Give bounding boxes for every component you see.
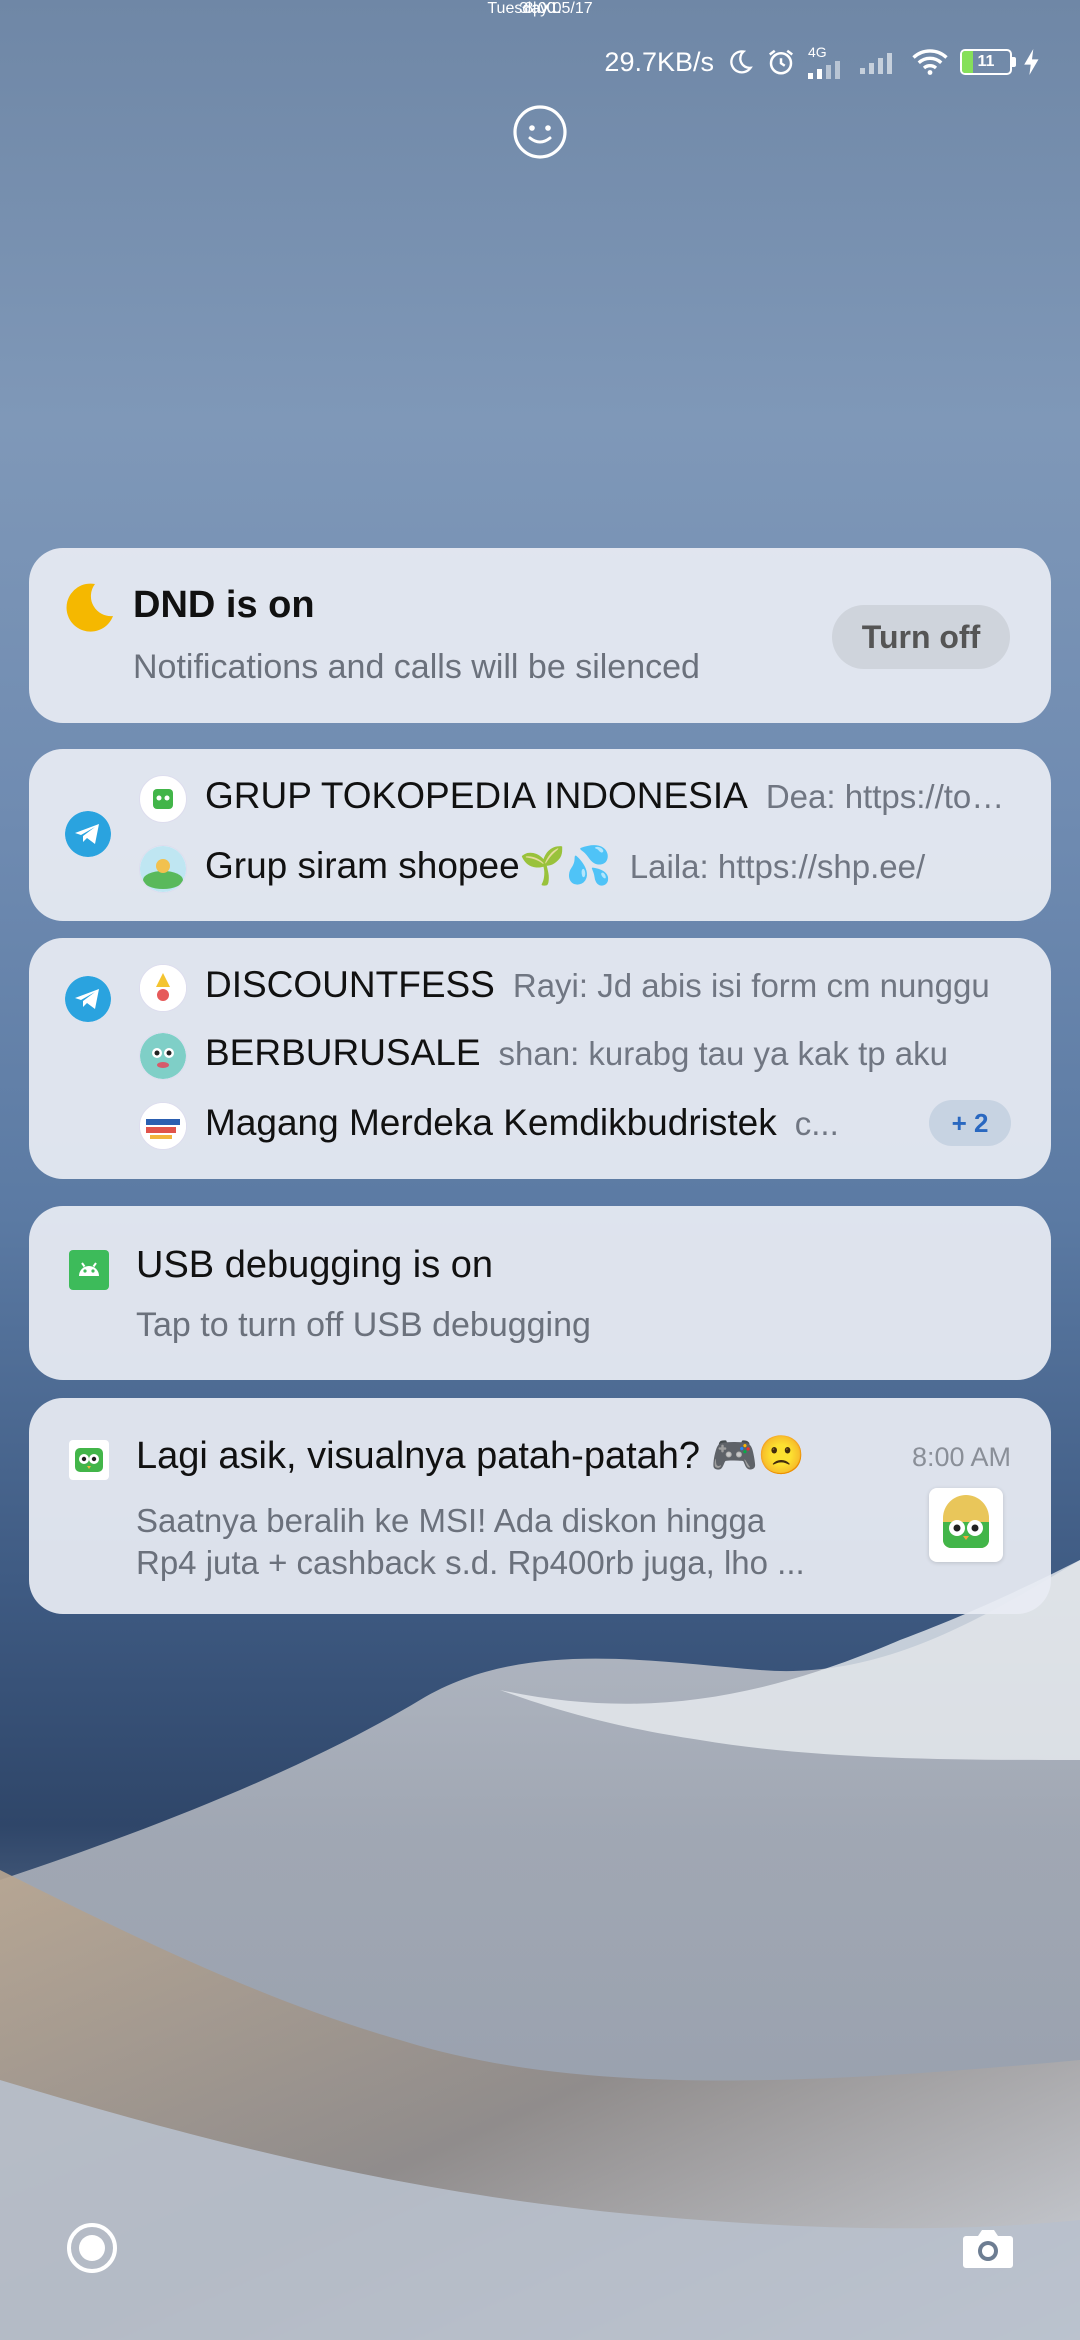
chat-name: DISCOUNTFESS <box>205 964 495 1005</box>
battery-icon: 11 <box>960 49 1016 75</box>
moon-icon <box>66 583 113 632</box>
camera-icon[interactable] <box>962 2226 1014 2270</box>
list-item[interactable]: GRUP TOKOPEDIA INDONESIA Dea: https://to… <box>205 775 1011 817</box>
chat-name: BERBURUSALE <box>205 1032 481 1073</box>
signal-icon <box>860 50 900 74</box>
dnd-title: DND is on <box>133 584 315 626</box>
list-item[interactable]: Magang Merdeka Kemdikbudristek c... <box>205 1102 901 1144</box>
chat-message: shan: kurabg tau ya kak tp aku <box>498 1035 948 1072</box>
tokopedia-icon <box>69 1440 109 1480</box>
list-item[interactable]: Grup siram shopee🌱💦 Laila: https://shp.e… <box>205 845 1011 888</box>
promo-body-line1: Saatnya beralih ke MSI! Ada diskon hingg… <box>136 1502 766 1539</box>
more-count-badge[interactable]: + 2 <box>929 1100 1011 1146</box>
wifi-icon <box>912 48 948 76</box>
avatar <box>139 1032 187 1080</box>
usb-debugging-notification[interactable]: USB debugging is on Tap to turn off USB … <box>29 1206 1051 1380</box>
promo-title: Lagi asik, visualnya patah-patah? 🎮🙁 <box>136 1435 806 1477</box>
promo-thumbnail <box>929 1488 1003 1562</box>
avatar <box>139 775 187 823</box>
assistant-icon[interactable] <box>66 2222 118 2274</box>
charging-icon <box>1024 49 1040 75</box>
status-bar: 29.7KB/s 4G 11 <box>604 40 1040 84</box>
avatar <box>139 964 187 1012</box>
alarm-icon <box>766 47 796 77</box>
telegram-icon <box>65 976 111 1022</box>
dnd-subtitle: Notifications and calls will be silenced <box>133 648 700 686</box>
signal-icon: 4G <box>808 45 848 79</box>
android-icon <box>69 1250 109 1290</box>
network-speed: 29.7KB/s <box>604 46 714 77</box>
usb-title: USB debugging is on <box>136 1244 494 1286</box>
battery-level: 11 <box>977 53 995 70</box>
promo-body-line2: Rp4 juta + cashback s.d. Rp400rb juga, l… <box>136 1544 805 1581</box>
promo-time: 8:00 AM <box>911 1442 1011 1472</box>
carrier-label: 3 | XL <box>519 0 561 17</box>
telegram-icon <box>65 811 111 857</box>
chat-message: Dea: https://tokopedia.link/ <box>765 778 1011 815</box>
chat-message: Rayi: Jd abis isi form cm nunggu <box>512 967 990 1004</box>
avatar <box>139 1102 187 1150</box>
usb-subtitle: Tap to turn off USB debugging <box>136 1306 591 1344</box>
moon-icon <box>726 48 754 76</box>
chat-name: GRUP TOKOPEDIA INDONESIA <box>205 775 748 816</box>
list-item[interactable]: BERBURUSALE shan: kurabg tau ya kak tp a… <box>205 1032 1011 1074</box>
telegram-notification-group[interactable]: DISCOUNTFESS Rayi: Jd abis isi form cm n… <box>29 938 1051 1179</box>
chat-name: Magang Merdeka Kemdikbudristek <box>205 1102 777 1143</box>
dnd-notification[interactable]: DND is on Notifications and calls will b… <box>29 548 1051 723</box>
face-unlock-icon[interactable] <box>512 104 568 160</box>
turn-off-button[interactable]: Turn off <box>832 605 1010 669</box>
network-type: 4G <box>808 44 827 60</box>
chat-message: Laila: https://shp.ee/ <box>629 848 926 885</box>
promo-notification[interactable]: Lagi asik, visualnya patah-patah? 🎮🙁 8:0… <box>29 1398 1051 1614</box>
chat-name: Grup siram shopee🌱💦 <box>205 845 612 886</box>
avatar <box>139 845 187 893</box>
telegram-notification-group[interactable]: GRUP TOKOPEDIA INDONESIA Dea: https://to… <box>29 749 1051 921</box>
chat-message: c... <box>794 1105 839 1142</box>
list-item[interactable]: DISCOUNTFESS Rayi: Jd abis isi form cm n… <box>205 964 1011 1006</box>
